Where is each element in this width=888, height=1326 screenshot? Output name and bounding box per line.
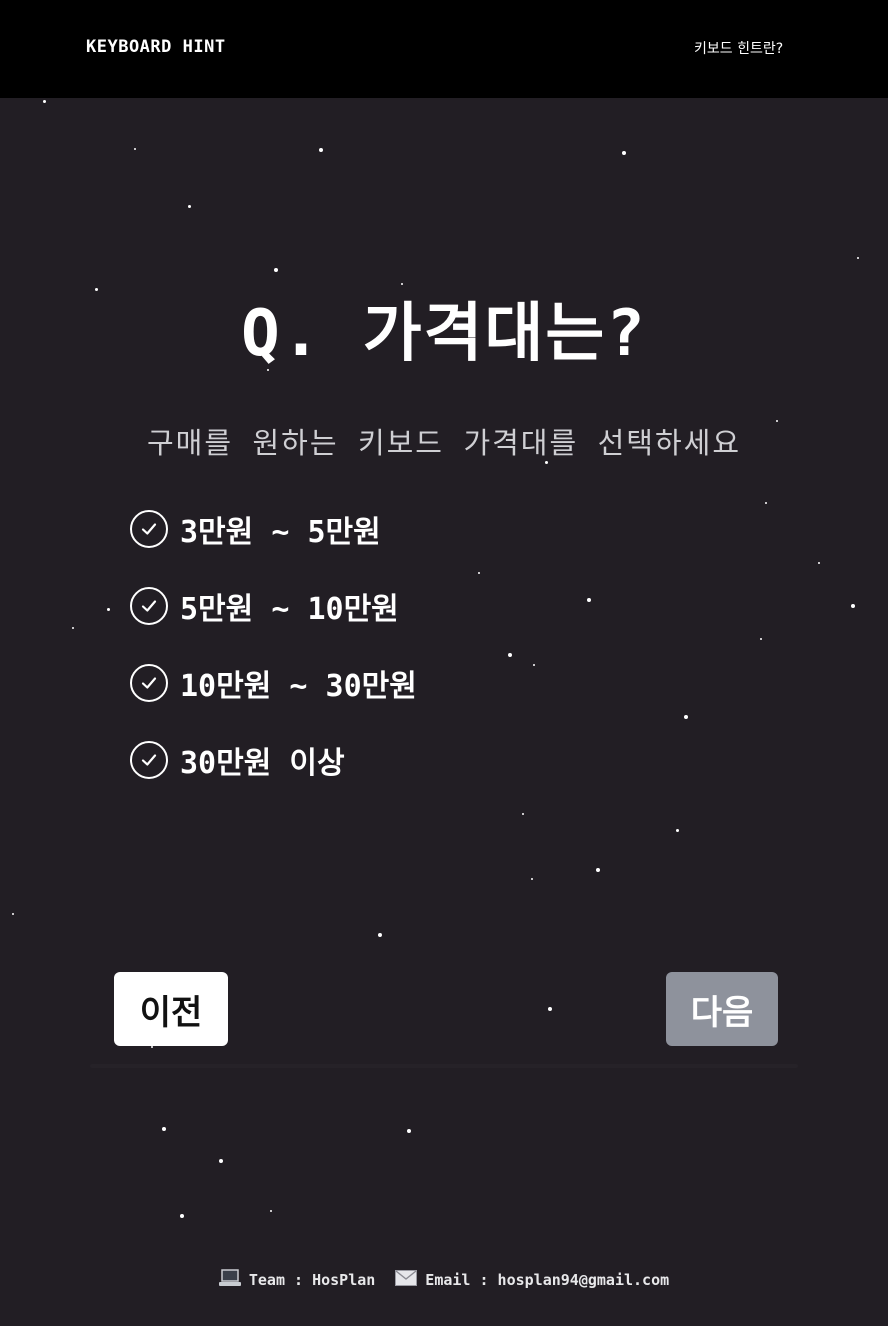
star <box>270 1210 272 1212</box>
question-subtitle: 구매를 원하는 키보드 가격대를 선택하세요 <box>146 426 742 460</box>
option-label: 30만원 이상 <box>180 746 345 781</box>
star <box>407 1129 411 1133</box>
email-link[interactable]: Email : hosplan94@gmail.com <box>425 1271 669 1289</box>
star <box>522 813 524 815</box>
star <box>533 664 535 666</box>
star <box>684 715 688 719</box>
check-circle-icon <box>130 587 168 625</box>
option-5-10[interactable]: 5만원 ~ 10만원 <box>130 582 417 630</box>
star <box>760 638 762 640</box>
check-circle-icon <box>130 664 168 702</box>
star <box>765 502 767 504</box>
price-range-options: 3만원 ~ 5만원 5만원 ~ 10만원 10만원 ~ 30만원 30만원 이상 <box>130 505 417 813</box>
star <box>851 604 855 608</box>
star <box>319 148 323 152</box>
star <box>622 151 626 155</box>
star <box>596 868 600 872</box>
option-3-5[interactable]: 3만원 ~ 5만원 <box>130 505 417 553</box>
top-bar: KEYBOARD HINT 키보드 힌트란? <box>0 0 888 98</box>
star <box>72 627 74 629</box>
about-keyboard-hint-link[interactable]: 키보드 힌트란? <box>694 38 783 58</box>
option-label: 3만원 ~ 5만원 <box>180 515 381 550</box>
star <box>508 653 512 657</box>
next-button[interactable]: 다음 <box>666 972 778 1046</box>
check-circle-icon <box>130 510 168 548</box>
star <box>151 1046 153 1048</box>
star <box>676 829 679 832</box>
star <box>378 933 382 937</box>
option-label: 10만원 ~ 30만원 <box>180 669 417 704</box>
star <box>12 913 14 915</box>
star <box>857 257 859 259</box>
option-30-plus[interactable]: 30만원 이상 <box>130 736 417 784</box>
star <box>107 608 110 611</box>
star <box>43 100 46 103</box>
star <box>134 148 136 150</box>
star <box>818 562 820 564</box>
brand-logo[interactable]: KEYBOARD HINT <box>86 37 226 57</box>
check-circle-icon <box>130 741 168 779</box>
star <box>587 598 591 602</box>
footer: Team : HosPlan Email : hosplan94@gmail.c… <box>0 1268 888 1292</box>
question-title: Q. 가격대는? <box>241 297 647 371</box>
star <box>531 878 533 880</box>
prev-button[interactable]: 이전 <box>114 972 228 1046</box>
star <box>478 572 480 574</box>
star <box>162 1127 166 1131</box>
star <box>274 268 278 272</box>
star <box>180 1214 184 1218</box>
star <box>188 205 191 208</box>
option-10-30[interactable]: 10만원 ~ 30만원 <box>130 659 417 707</box>
envelope-icon <box>395 1270 418 1290</box>
laptop-icon <box>218 1268 241 1292</box>
star <box>548 1007 552 1011</box>
star <box>219 1159 223 1163</box>
team-text: Team : HosPlan <box>248 1271 376 1289</box>
option-label: 5만원 ~ 10만원 <box>180 592 399 627</box>
panel-divider <box>90 1064 798 1068</box>
